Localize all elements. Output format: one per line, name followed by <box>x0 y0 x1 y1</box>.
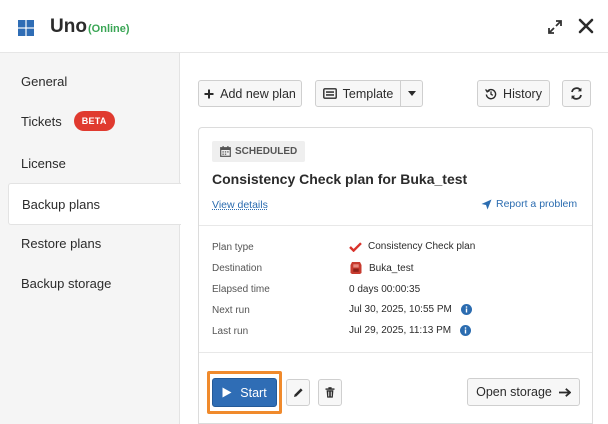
sidebar-item-label: Tickets <box>21 113 62 129</box>
elapsed-time-label: Elapsed time <box>212 284 270 295</box>
plan-type-text: Consistency Check plan <box>368 241 476 252</box>
sidebar-item-backup-plans[interactable]: Backup plans <box>8 183 181 225</box>
open-storage-button[interactable]: Open storage <box>467 378 580 406</box>
sidebar-item-restore-plans[interactable]: Restore plans <box>0 223 180 263</box>
expand-icon[interactable] <box>547 19 563 35</box>
add-new-plan-label: Add new plan <box>220 86 296 101</box>
sidebar-item-label: License <box>21 155 66 171</box>
plus-icon <box>204 89 214 99</box>
delete-button[interactable] <box>318 379 342 406</box>
divider <box>199 352 592 353</box>
next-run-label: Next run <box>212 305 250 316</box>
template-button[interactable]: Template <box>315 80 401 107</box>
check-icon <box>349 241 362 252</box>
info-icon[interactable] <box>460 325 472 336</box>
sidebar-item-label: Restore plans <box>21 235 102 251</box>
start-label: Start <box>240 385 267 400</box>
open-storage-label: Open storage <box>476 385 552 399</box>
sidebar-item-license[interactable]: License <box>0 143 180 183</box>
template-label: Template <box>342 86 394 101</box>
window-header: Uno (Online) <box>0 0 608 53</box>
windows-logo-icon <box>18 20 34 36</box>
pencil-icon <box>293 387 304 398</box>
history-icon <box>485 88 497 100</box>
storage-bucket-icon <box>349 261 363 275</box>
status-online: (Online) <box>88 23 130 35</box>
arrow-right-icon <box>558 387 571 397</box>
destination-label: Destination <box>212 263 263 274</box>
calendar-icon <box>220 146 231 157</box>
paper-plane-icon <box>481 199 492 210</box>
report-problem-label: Report a problem <box>496 198 578 210</box>
history-label: History <box>503 86 542 101</box>
last-run-value: Jul 29, 2025, 11:13 PM <box>349 325 472 336</box>
report-problem-link[interactable]: Report a problem <box>481 198 577 210</box>
plan-type-label: Plan type <box>212 242 254 253</box>
last-run-text: Jul 29, 2025, 11:13 PM <box>349 325 452 336</box>
sidebar-item-general[interactable]: General <box>0 61 180 101</box>
status-badge: SCHEDULED <box>212 141 306 162</box>
divider <box>199 225 592 226</box>
sidebar-item-label: General <box>21 73 68 89</box>
template-icon <box>322 88 337 99</box>
sidebar-item-backup-storage[interactable]: Backup storage <box>0 263 180 303</box>
edit-button[interactable] <box>286 379 310 406</box>
sidebar-item-tickets[interactable]: Tickets BETA <box>0 101 180 141</box>
destination-text: Buka_test <box>369 262 414 274</box>
history-button[interactable]: History <box>477 80 550 107</box>
destination-value: Buka_test <box>349 261 413 275</box>
next-run-text: Jul 30, 2025, 10:55 PM <box>349 304 452 315</box>
last-run-label: Last run <box>212 326 249 337</box>
plan-card: SCHEDULED Consistency Check plan for Buk… <box>198 127 593 424</box>
refresh-icon <box>570 87 583 100</box>
beta-badge: BETA <box>73 111 115 131</box>
app-window: Uno (Online) General Tickets BETA Licens… <box>0 0 608 424</box>
trash-icon <box>325 387 335 398</box>
info-icon[interactable] <box>460 304 472 315</box>
app-title: Uno <box>50 16 87 37</box>
sidebar: General Tickets BETA License Backup plan… <box>0 53 181 424</box>
play-icon <box>222 387 232 398</box>
close-icon[interactable] <box>577 17 595 35</box>
plan-type-value: Consistency Check plan <box>349 241 475 252</box>
elapsed-time-value: 0 days 00:00:35 <box>349 284 421 295</box>
view-details-link[interactable]: View details <box>212 199 268 211</box>
plan-title: Consistency Check plan for Buka_test <box>212 171 468 187</box>
add-new-plan-button[interactable]: Add new plan <box>198 80 302 107</box>
next-run-value: Jul 30, 2025, 10:55 PM <box>349 304 472 315</box>
template-dropdown-button[interactable] <box>400 80 423 107</box>
refresh-button[interactable] <box>562 80 591 107</box>
start-button[interactable]: Start <box>212 378 277 407</box>
caret-down-icon <box>407 91 416 96</box>
sidebar-item-label: Backup storage <box>21 275 112 291</box>
status-badge-label: SCHEDULED <box>235 146 298 157</box>
sidebar-item-label: Backup plans <box>22 196 101 212</box>
